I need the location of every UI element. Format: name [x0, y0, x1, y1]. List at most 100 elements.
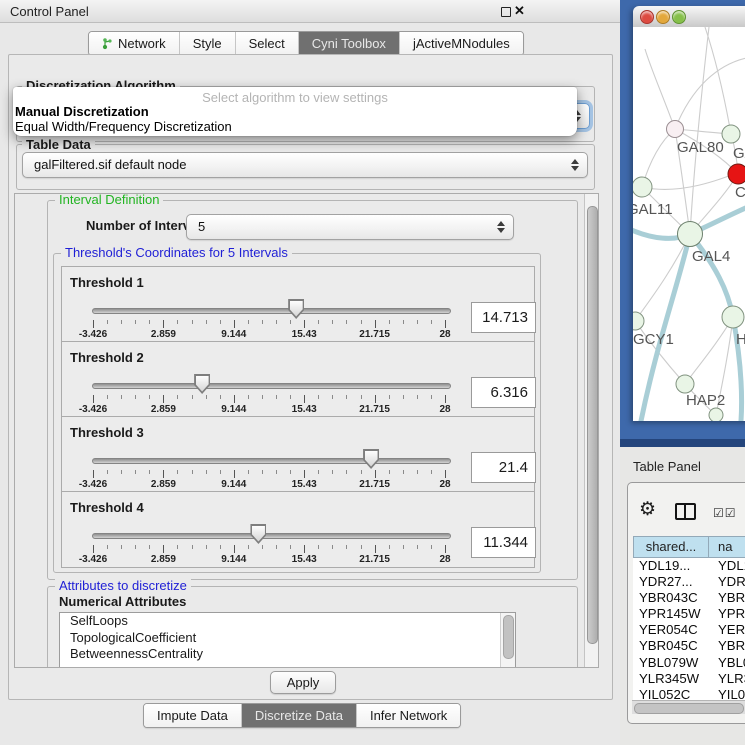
list-scrollbar[interactable] — [500, 613, 515, 668]
table-row[interactable]: YBR045CYBR0 — [633, 638, 745, 654]
zoom-traffic-light-icon[interactable] — [672, 10, 686, 24]
checkbox-icons[interactable]: ☑☑ — [713, 506, 737, 520]
float-window-icon[interactable] — [501, 7, 511, 17]
network-icon — [102, 37, 113, 50]
cell-name[interactable]: YBR0 — [709, 638, 745, 654]
slider-tick-label: -3.426 — [68, 404, 118, 415]
tab-network[interactable]: Network — [89, 32, 179, 55]
gear-icon[interactable]: ⚙ — [639, 500, 656, 519]
cell-shared-name[interactable]: YBL079W — [633, 655, 709, 671]
cell-name[interactable]: YER0 — [709, 622, 745, 638]
vertical-scrollbar-thumb[interactable] — [587, 206, 598, 644]
slider-tick — [445, 395, 446, 403]
threshold-slider[interactable] — [92, 533, 451, 539]
column-header-shared-name[interactable]: shared... — [633, 536, 709, 558]
cell-shared-name[interactable]: YDL19... — [633, 558, 709, 574]
slider-tick — [375, 545, 376, 553]
column-header-name[interactable]: na — [708, 536, 745, 558]
cell-name[interactable]: YPR1 — [709, 606, 745, 622]
combo-stepper-icon — [496, 221, 505, 233]
minimize-traffic-light-icon[interactable] — [656, 10, 670, 24]
tab-style[interactable]: Style — [179, 32, 235, 55]
cell-shared-name[interactable]: YBR043C — [633, 590, 709, 606]
dropdown-option-manual-discretization[interactable]: Manual Discretization — [15, 104, 149, 119]
slider-tick — [403, 320, 404, 324]
tab-discretize-data[interactable]: Discretize Data — [241, 704, 356, 727]
horizontal-scrollbar-thumb[interactable] — [634, 703, 744, 714]
slider-tick — [318, 395, 319, 399]
slider-thumb[interactable] — [194, 374, 210, 394]
table-panel-title: Table Panel — [633, 459, 701, 474]
node-gal4[interactable] — [678, 222, 703, 247]
node-label: GCY1 — [633, 331, 674, 348]
node-hap2[interactable] — [676, 375, 694, 393]
dropdown-option-equal-width-frequency[interactable]: Equal Width/Frequency Discretization — [15, 119, 232, 134]
threshold-value-field[interactable]: 6.316 — [471, 377, 536, 408]
slider-thumb[interactable] — [288, 299, 304, 319]
node-green[interactable] — [709, 408, 723, 421]
number-of-intervals-combobox[interactable]: 5 — [186, 214, 514, 240]
attribute-list-item[interactable]: SelfLoops — [60, 613, 515, 630]
tab-select[interactable]: Select — [235, 32, 298, 55]
cell-name[interactable]: YDR2 — [709, 574, 745, 590]
cell-name[interactable]: YBL0 — [709, 655, 745, 671]
table-body[interactable]: YDL19...YDL1YDR27...YDR2YBR043CYBR0YPR14… — [633, 558, 745, 703]
threshold-value-field[interactable]: 14.713 — [471, 302, 536, 333]
slider-tick — [177, 320, 178, 324]
tab-jactivemnodules[interactable]: jActiveMNodules — [399, 32, 523, 55]
slider-thumb[interactable] — [250, 524, 266, 544]
numerical-attributes-list[interactable]: SelfLoopsTopologicalCoefficientBetweenne… — [59, 612, 516, 668]
slider-tick-label: 2.859 — [138, 404, 188, 415]
table-data-combobox[interactable]: galFiltered.sif default node — [22, 152, 588, 178]
node-red[interactable] — [728, 164, 745, 184]
table-row[interactable]: YPR145WYPR1 — [633, 606, 745, 622]
slider-thumb[interactable] — [363, 449, 379, 469]
table-row[interactable]: YLR345WYLR3 — [633, 671, 745, 687]
cell-shared-name[interactable]: YLR345W — [633, 671, 709, 687]
slider-tick — [206, 395, 207, 399]
cell-shared-name[interactable]: YDR27... — [633, 574, 709, 590]
slider-tick — [262, 320, 263, 324]
slider-tick — [163, 320, 164, 328]
table-row[interactable]: YDR27...YDR2 — [633, 574, 745, 590]
attribute-list-item[interactable]: TopologicalCoefficient — [60, 630, 515, 647]
node-pink[interactable] — [667, 121, 684, 138]
vertical-scrollbar[interactable] — [584, 194, 598, 667]
table-row[interactable]: YBR043CYBR0 — [633, 590, 745, 606]
split-columns-icon[interactable] — [675, 503, 696, 520]
table-row[interactable]: YBL079WYBL0 — [633, 655, 745, 671]
cell-name[interactable]: YBR0 — [709, 590, 745, 606]
threshold-slider[interactable] — [92, 458, 451, 464]
threshold-slider[interactable] — [92, 308, 451, 314]
cell-name[interactable]: YDL1 — [709, 558, 745, 574]
attribute-list-item[interactable]: BetweennessCentrality — [60, 646, 515, 663]
tab-cyni-toolbox[interactable]: Cyni Toolbox — [298, 32, 399, 55]
cell-shared-name[interactable]: YER054C — [633, 622, 709, 638]
cell-name[interactable]: YLR3 — [709, 671, 745, 687]
threshold-value-field[interactable]: 11.344 — [471, 527, 536, 558]
node-green[interactable] — [722, 125, 740, 143]
threshold-value-field[interactable]: 21.4 — [471, 452, 536, 483]
slider-tick-label: -3.426 — [68, 479, 118, 490]
slider-tick — [121, 320, 122, 324]
node-green[interactable] — [633, 177, 652, 197]
node-green[interactable] — [722, 306, 744, 328]
tab-infer-network[interactable]: Infer Network — [356, 704, 460, 727]
control-panel-tabs: Network Style Select Cyni Toolbox jActiv… — [88, 31, 524, 56]
cell-shared-name[interactable]: YPR145W — [633, 606, 709, 622]
table-row[interactable]: YER054CYER0 — [633, 622, 745, 638]
slider-tick — [192, 470, 193, 474]
tab-impute-data[interactable]: Impute Data — [144, 704, 241, 727]
horizontal-scrollbar[interactable] — [632, 700, 745, 714]
close-icon[interactable]: ✕ — [514, 3, 525, 19]
list-scrollbar-thumb[interactable] — [503, 615, 514, 659]
slider-tick — [445, 470, 446, 478]
node-gcy1[interactable] — [633, 312, 644, 330]
table-row[interactable]: YDL19...YDL1 — [633, 558, 745, 574]
network-canvas[interactable]: GAL80GACGAL11GAL4GCY1HHAP2 — [633, 27, 745, 421]
apply-button[interactable]: Apply — [270, 671, 336, 694]
cell-shared-name[interactable]: YBR045C — [633, 638, 709, 654]
close-traffic-light-icon[interactable] — [640, 10, 654, 24]
slider-tick — [107, 395, 108, 399]
threshold-slider[interactable] — [92, 383, 451, 389]
